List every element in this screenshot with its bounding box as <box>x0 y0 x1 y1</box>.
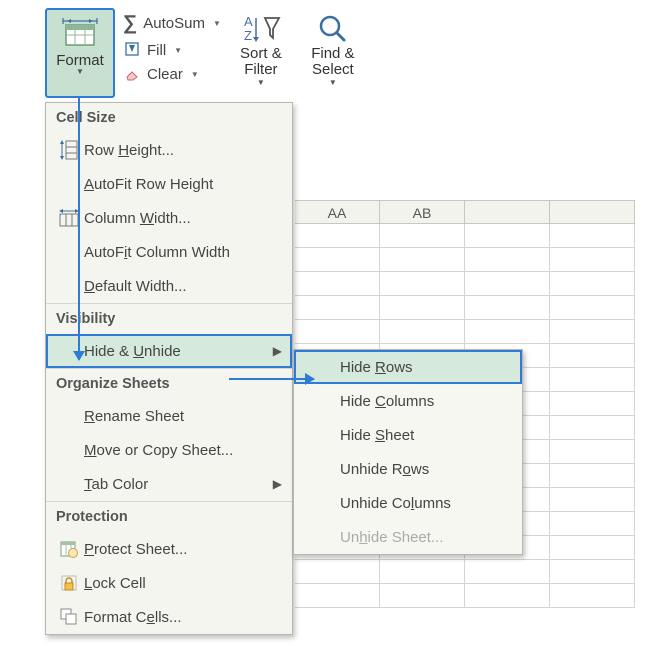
submenu-arrow-icon: ▶ <box>273 344 282 358</box>
eraser-icon <box>123 65 141 83</box>
chevron-down-icon: ▼ <box>213 19 221 28</box>
menu-format-cells[interactable]: Format Cells... <box>46 600 292 634</box>
fill-label: Fill <box>147 42 166 59</box>
chevron-down-icon: ▼ <box>329 78 337 87</box>
menu-rename-sheet[interactable]: Rename Sheet <box>46 399 292 433</box>
section-cell-size: Cell Size <box>46 103 292 133</box>
chevron-down-icon: ▼ <box>191 70 199 79</box>
format-icon <box>60 16 100 50</box>
column-header[interactable] <box>550 201 635 223</box>
menu-autofit-column-width-label: AutoFit Column Width <box>84 244 282 261</box>
menu-lock-cell[interactable]: Lock Cell <box>46 566 292 600</box>
menu-lock-cell-label: Lock Cell <box>84 575 282 592</box>
autosum-button[interactable]: ∑ AutoSum ▼ <box>123 12 221 35</box>
chevron-down-icon: ▼ <box>174 46 182 55</box>
fill-icon <box>123 41 141 59</box>
submenu-unhide-columns[interactable]: Unhide Columns <box>294 486 522 520</box>
submenu-hide-columns[interactable]: Hide Columns <box>294 384 522 418</box>
menu-rename-sheet-label: Rename Sheet <box>84 408 282 425</box>
clear-button[interactable]: Clear ▼ <box>123 65 221 83</box>
submenu-arrow-icon: ▶ <box>273 477 282 491</box>
submenu-unhide-rows-label: Unhide Rows <box>340 461 512 478</box>
submenu-unhide-sheet: Unhide Sheet... <box>294 520 522 554</box>
submenu-unhide-rows[interactable]: Unhide Rows <box>294 452 522 486</box>
menu-tab-color-label: Tab Color <box>84 476 273 493</box>
protect-sheet-icon <box>54 539 84 559</box>
menu-autofit-column-width[interactable]: AutoFit Column Width <box>46 235 292 269</box>
chevron-down-icon: ▼ <box>76 67 84 76</box>
menu-row-height[interactable]: Row Height... <box>46 133 292 167</box>
column-header[interactable] <box>465 201 550 223</box>
submenu-hide-sheet-label: Hide Sheet <box>340 427 512 444</box>
svg-text:Z: Z <box>244 28 252 43</box>
column-header-aa[interactable]: AA <box>295 201 380 223</box>
menu-default-width-label: Default Width... <box>84 278 282 295</box>
submenu-hide-rows-label: Hide Rows <box>340 359 512 376</box>
lock-icon <box>54 573 84 593</box>
submenu-hide-sheet[interactable]: Hide Sheet <box>294 418 522 452</box>
clear-label: Clear <box>147 66 183 83</box>
fill-button[interactable]: Fill ▼ <box>123 41 221 59</box>
svg-text:A: A <box>244 14 253 29</box>
menu-default-width[interactable]: Default Width... <box>46 269 292 303</box>
submenu-hide-rows[interactable]: Hide Rows <box>294 350 522 384</box>
find-select-button[interactable]: Find &Select ▼ <box>301 8 365 98</box>
sigma-icon: ∑ <box>123 12 137 35</box>
find-select-label: Find &Select <box>311 46 354 78</box>
submenu-unhide-sheet-label: Unhide Sheet... <box>340 529 512 546</box>
menu-move-copy-sheet[interactable]: Move or Copy Sheet... <box>46 433 292 467</box>
annotation-arrow-down <box>78 98 80 360</box>
sort-filter-label: Sort &Filter <box>240 46 282 78</box>
format-button[interactable]: Format ▼ <box>45 8 115 98</box>
menu-autofit-row-height-label: AutoFit Row Height <box>84 176 282 193</box>
menu-column-width-label: Column Width... <box>84 210 282 227</box>
menu-move-copy-sheet-label: Move or Copy Sheet... <box>84 442 282 459</box>
chevron-down-icon: ▼ <box>257 78 265 87</box>
submenu-unhide-columns-label: Unhide Columns <box>340 495 512 512</box>
sort-filter-button[interactable]: A Z Sort &Filter ▼ <box>229 8 293 98</box>
menu-hide-unhide-label: Hide & Unhide <box>84 343 273 360</box>
section-organize-sheets: Organize Sheets <box>46 368 292 399</box>
autosum-label: AutoSum <box>143 15 205 32</box>
section-protection: Protection <box>46 501 292 532</box>
menu-protect-sheet-label: Protect Sheet... <box>84 541 282 558</box>
column-header-ab[interactable]: AB <box>380 201 465 223</box>
format-dropdown-menu: Cell Size Row Height... AutoFit Row Heig… <box>45 102 293 635</box>
ribbon-editing-group: Format ▼ ∑ AutoSum ▼ Fill ▼ Clear ▼ A <box>45 8 365 98</box>
menu-autofit-row-height[interactable]: AutoFit Row Height <box>46 167 292 201</box>
menu-tab-color[interactable]: Tab Color ▶ <box>46 467 292 501</box>
sort-filter-icon: A Z <box>241 12 281 46</box>
menu-format-cells-label: Format Cells... <box>84 609 282 626</box>
section-visibility: Visibility <box>46 303 292 334</box>
annotation-arrow-right <box>229 378 314 380</box>
menu-row-height-label: Row Height... <box>84 142 282 159</box>
hide-unhide-submenu: Hide Rows Hide Columns Hide Sheet Unhide… <box>293 349 523 555</box>
magnifier-icon <box>313 12 353 46</box>
format-cells-icon <box>54 607 84 627</box>
submenu-hide-columns-label: Hide Columns <box>340 393 512 410</box>
menu-column-width[interactable]: Column Width... <box>46 201 292 235</box>
column-headers[interactable]: AA AB <box>295 200 635 224</box>
menu-protect-sheet[interactable]: Protect Sheet... <box>46 532 292 566</box>
ribbon-mini-group: ∑ AutoSum ▼ Fill ▼ Clear ▼ <box>123 8 221 98</box>
